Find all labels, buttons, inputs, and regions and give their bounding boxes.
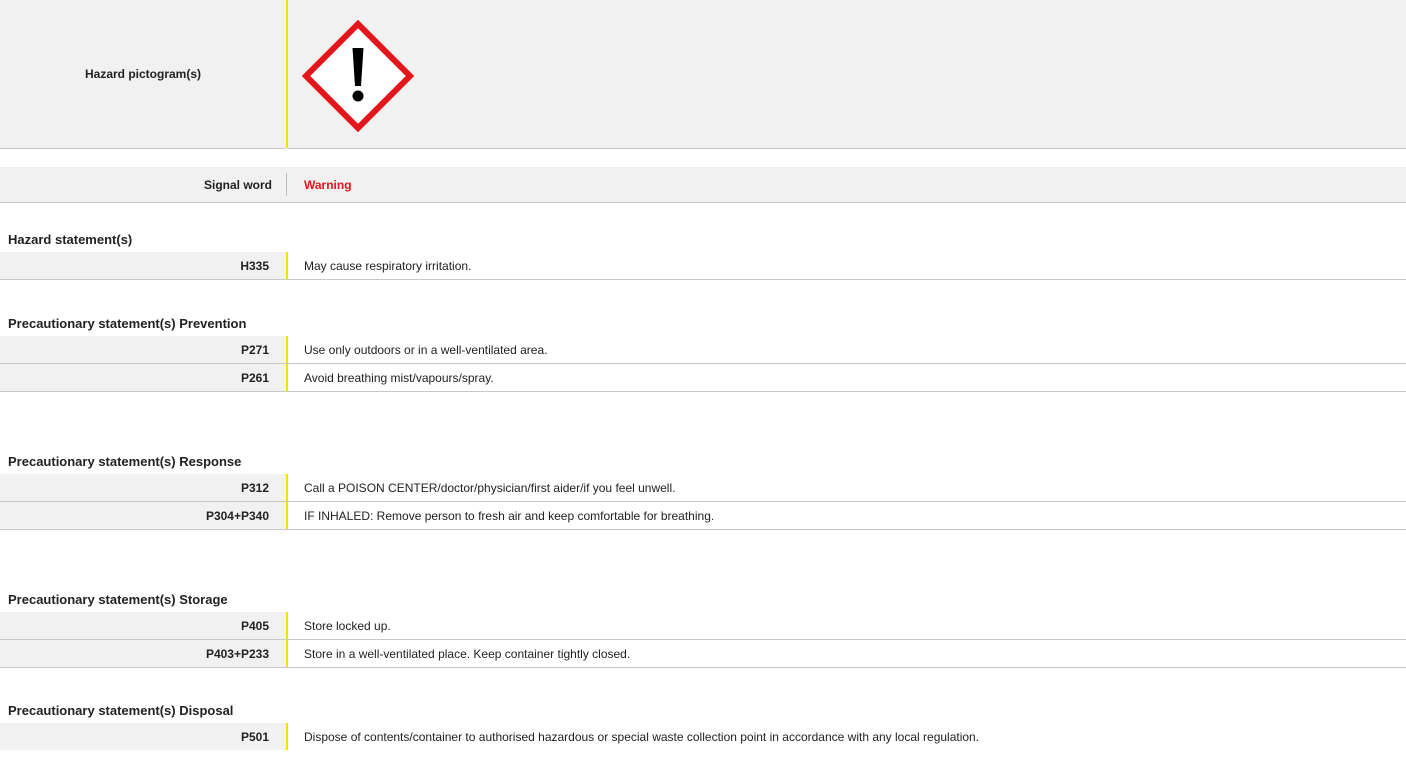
statement-text: Dispose of contents/container to authori… bbox=[288, 723, 1406, 750]
hazard-pictogram-cell bbox=[288, 0, 1406, 149]
response-section: Precautionary statement(s) Response P312… bbox=[0, 450, 1406, 530]
statement-code: P501 bbox=[0, 723, 286, 750]
section-title: Hazard statement(s) bbox=[8, 232, 133, 247]
section-title: Precautionary statement(s) Prevention bbox=[8, 316, 247, 331]
disposal-section: Precautionary statement(s) Disposal P501… bbox=[0, 699, 1406, 750]
statement-text: Call a POISON CENTER/doctor/physician/fi… bbox=[288, 474, 1406, 501]
hazard-statements-section: Hazard statement(s) H335 May cause respi… bbox=[0, 228, 1406, 280]
statement-text: Use only outdoors or in a well-ventilate… bbox=[288, 336, 1406, 363]
statement-row: H335 May cause respiratory irritation. bbox=[0, 252, 1406, 280]
statement-text: Store locked up. bbox=[288, 612, 1406, 639]
signal-word-row: Signal word Warning bbox=[0, 167, 1406, 203]
statement-code: P304+P340 bbox=[0, 502, 286, 529]
statement-row: P403+P233 Store in a well-ventilated pla… bbox=[0, 640, 1406, 668]
statement-row: P405 Store locked up. bbox=[0, 612, 1406, 640]
section-title: Precautionary statement(s) Response bbox=[8, 454, 242, 469]
statement-code: P261 bbox=[0, 364, 286, 391]
statement-code: H335 bbox=[0, 252, 286, 279]
statement-code: P405 bbox=[0, 612, 286, 639]
signal-word-value: Warning bbox=[304, 177, 352, 192]
statement-text: Store in a well-ventilated place. Keep c… bbox=[288, 640, 1406, 667]
signal-word-label: Signal word bbox=[203, 177, 272, 192]
statement-text: Avoid breathing mist/vapours/spray. bbox=[288, 364, 1406, 391]
safety-label-page: Hazard pictogram(s) Signal word Warning … bbox=[0, 0, 1406, 758]
section-title: Precautionary statement(s) Disposal bbox=[8, 703, 234, 718]
statement-row: P501 Dispose of contents/container to au… bbox=[0, 723, 1406, 750]
exclamation-mark-diamond-icon bbox=[302, 20, 414, 132]
statement-row: P312 Call a POISON CENTER/doctor/physici… bbox=[0, 474, 1406, 502]
prevention-section: Precautionary statement(s) Prevention P2… bbox=[0, 312, 1406, 392]
statement-code: P403+P233 bbox=[0, 640, 286, 667]
hazard-pictogram-row: Hazard pictogram(s) bbox=[0, 0, 1406, 149]
statement-code: P312 bbox=[0, 474, 286, 501]
statement-row: P304+P340 IF INHALED: Remove person to f… bbox=[0, 502, 1406, 530]
statement-code: P271 bbox=[0, 336, 286, 363]
hazard-pictogram-label: Hazard pictogram(s) bbox=[0, 0, 286, 149]
storage-section: Precautionary statement(s) Storage P405 … bbox=[0, 588, 1406, 668]
statement-row: P271 Use only outdoors or in a well-vent… bbox=[0, 336, 1406, 364]
section-title: Precautionary statement(s) Storage bbox=[8, 592, 228, 607]
statement-text: IF INHALED: Remove person to fresh air a… bbox=[288, 502, 1406, 529]
statement-text: May cause respiratory irritation. bbox=[288, 252, 1406, 279]
statement-row: P261 Avoid breathing mist/vapours/spray. bbox=[0, 364, 1406, 392]
